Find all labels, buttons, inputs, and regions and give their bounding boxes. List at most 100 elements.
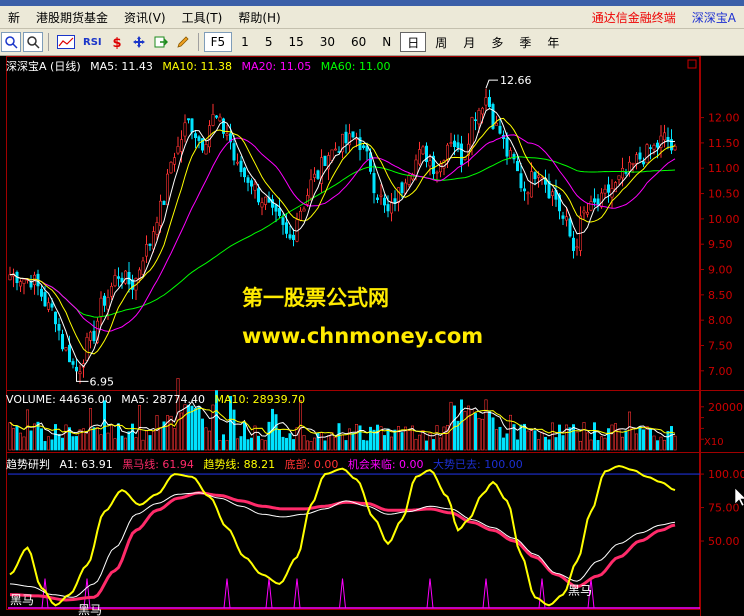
candle-body [396, 187, 400, 203]
search-button[interactable] [23, 32, 43, 52]
volume-bar [50, 439, 54, 451]
volume-bar [75, 436, 79, 451]
volume-bar [106, 432, 110, 451]
period-day-button[interactable]: 日 [400, 32, 427, 52]
candle-body [375, 197, 379, 200]
volume-bar [85, 432, 89, 451]
candle-body [606, 184, 610, 193]
candle-body [484, 97, 488, 106]
candle-body [522, 188, 526, 192]
candle-body [438, 163, 442, 173]
export-button[interactable] [151, 32, 171, 52]
volume-bar [491, 417, 495, 451]
candle-body [89, 331, 93, 341]
volume-bar [533, 430, 537, 451]
menu-item-new[interactable]: 新 [0, 9, 28, 26]
volume-bar [375, 424, 379, 451]
period-n-button[interactable]: N [375, 32, 398, 52]
volume-bar [536, 439, 540, 451]
period-month-button[interactable]: 月 [456, 32, 482, 52]
volume-bar [256, 435, 260, 451]
period-1min-button[interactable]: 1 [234, 32, 256, 52]
menu-item-help[interactable]: 帮助(H) [230, 9, 288, 26]
rsi-button[interactable]: RSI [80, 32, 105, 52]
volume-bar [141, 439, 145, 451]
candle-body [284, 222, 288, 234]
move-button[interactable] [129, 32, 149, 52]
price-tick-label: 10.50 [708, 188, 740, 201]
period-quarter-button[interactable]: 季 [512, 32, 538, 52]
candle-body [32, 274, 36, 285]
period-f5-button[interactable]: F5 [203, 32, 233, 52]
candle-body [389, 201, 393, 214]
volume-bar [32, 423, 36, 451]
volume-bar [473, 412, 477, 451]
candle-body [487, 97, 491, 108]
volume-bar [239, 436, 243, 451]
volume-bar [386, 428, 390, 451]
period-5min-button[interactable]: 5 [258, 32, 280, 52]
period-multi-button[interactable]: 多 [484, 32, 510, 52]
volume-bar [582, 422, 586, 451]
volume-bar [361, 439, 365, 451]
volume-bar [218, 440, 222, 451]
draw-tool-button[interactable] [173, 32, 193, 52]
candle-body [176, 146, 180, 154]
indicator-tick-label: 100.00 [708, 468, 744, 481]
watermark-title: 第一股票公式网 [242, 286, 389, 310]
period-60min-button[interactable]: 60 [344, 32, 373, 52]
price-tick-label: 11.50 [708, 137, 740, 150]
volume-bar [669, 426, 673, 451]
volume-bar [110, 424, 114, 451]
period-30min-button[interactable]: 30 [313, 32, 342, 52]
stock-name-link[interactable]: 深深宝A [684, 9, 744, 26]
ma10-value: MA10: 11.38 [162, 60, 233, 73]
period-15min-button[interactable]: 15 [281, 32, 310, 52]
volume-bar [267, 421, 271, 451]
volume-bar [64, 424, 68, 451]
candle-body [536, 175, 540, 178]
price-tick-label: 11.00 [708, 162, 740, 175]
opportunity-value: 机会来临: 0.00 [347, 458, 424, 471]
volume-bar [134, 437, 138, 451]
candle-body [568, 218, 572, 237]
volume-bar [655, 440, 659, 451]
candle-body [183, 122, 187, 137]
candle-body [428, 160, 432, 167]
volume-bar [187, 404, 191, 451]
terminal-title-link[interactable]: 通达信金融终端 [584, 9, 684, 26]
candle-body [585, 211, 589, 215]
volume-bar [222, 434, 226, 451]
volume-bar [438, 437, 442, 451]
volume-bar [25, 409, 29, 451]
candle-body [382, 197, 386, 206]
candle-body [627, 161, 631, 172]
volume-bar [243, 421, 247, 451]
candle-body [215, 115, 219, 118]
candle-body [239, 160, 243, 173]
volume-bar [606, 428, 610, 451]
candle-body [309, 179, 313, 199]
period-year-button[interactable]: 年 [540, 32, 566, 52]
period-week-button[interactable]: 周 [428, 32, 454, 52]
volume-bar [39, 428, 43, 451]
candle-body [312, 173, 316, 178]
zoom-chart-button[interactable] [1, 32, 21, 52]
volume-bar [666, 430, 670, 451]
menu-item-tools[interactable]: 工具(T) [174, 9, 231, 26]
volume-bar [431, 439, 435, 451]
price-tick-label: 8.00 [708, 314, 733, 327]
menu-item-hk-futures[interactable]: 港股期货基金 [28, 9, 116, 26]
candle-body [204, 144, 208, 155]
candle-body [400, 182, 404, 194]
volume-value: VOLUME: 44636.00 [6, 393, 112, 406]
volume-bar [442, 426, 446, 451]
volume-bar [124, 437, 128, 451]
line-chart-button[interactable] [54, 32, 78, 52]
candle-body [641, 161, 645, 165]
volume-bar [393, 429, 397, 451]
volume-bar [617, 429, 621, 451]
money-flow-button[interactable]: $ [107, 32, 127, 52]
menu-item-news[interactable]: 资讯(V) [116, 9, 174, 26]
candle-body [456, 142, 460, 148]
